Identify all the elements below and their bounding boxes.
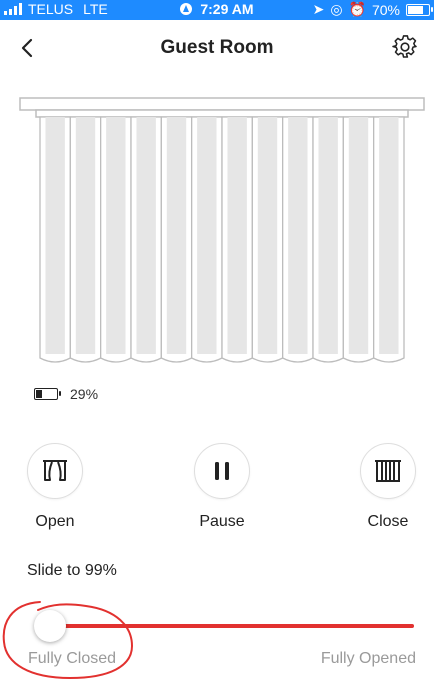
- curtain-fold: [288, 117, 308, 354]
- curtain-fold: [227, 117, 247, 354]
- curtain-fold: [106, 117, 126, 354]
- curtain-fold: [348, 117, 369, 354]
- page-title: Guest Room: [160, 37, 274, 58]
- battery-icon: [406, 3, 433, 16]
- curtain-fold: [75, 117, 96, 354]
- curtain-fold: [136, 117, 156, 354]
- pause-label: Pause: [199, 513, 245, 530]
- curtain-rail: [35, 109, 409, 118]
- close-control[interactable]: Close: [353, 443, 423, 531]
- curtain-fold: [379, 117, 399, 354]
- close-button[interactable]: [360, 443, 416, 499]
- pause-control[interactable]: Pause: [187, 443, 257, 531]
- annotation-circle: [2, 601, 134, 680]
- open-control[interactable]: Open: [20, 443, 90, 531]
- battery-percent-text: 70%: [371, 1, 400, 18]
- curtain-panels: [39, 116, 405, 363]
- curtain-fold: [166, 117, 187, 354]
- alarm-icon: ⏰: [348, 1, 366, 17]
- slider-thumb[interactable]: [34, 610, 66, 642]
- position-slider-track[interactable]: [38, 624, 414, 628]
- curtain-fold: [45, 117, 65, 354]
- gear-icon[interactable]: [392, 34, 418, 60]
- time-text: 7:29 AM: [200, 1, 254, 17]
- battery-icon: [34, 388, 61, 400]
- close-label: Close: [367, 513, 409, 530]
- curtain-fold: [318, 117, 338, 354]
- location-icon: ➤: [312, 1, 325, 17]
- curtain-rod: [19, 97, 425, 111]
- open-button[interactable]: [27, 443, 83, 499]
- curtain-closed-icon: [375, 460, 401, 482]
- battery-level-text: 29%: [70, 386, 99, 402]
- pause-icon: [215, 462, 229, 480]
- slider-track-fill: [50, 624, 414, 628]
- header: Guest Room: [0, 28, 434, 68]
- status-right: ➤ ◎ ⏰ 70%: [312, 1, 433, 18]
- curtain-open-icon: [43, 460, 67, 481]
- status-bar: TELUS LTE 7:29 AM ➤ ◎ ⏰ 70%: [0, 0, 434, 20]
- fully-opened-label: Fully Opened: [320, 650, 416, 667]
- curtain-fold: [257, 117, 278, 354]
- slide-label: Slide to 99%: [27, 562, 117, 579]
- compass-icon: [180, 3, 193, 15]
- device-battery: 29%: [34, 386, 98, 402]
- curtain-fold: [197, 117, 217, 354]
- curtain-illustration: [19, 97, 425, 363]
- open-label: Open: [35, 513, 75, 530]
- pause-button[interactable]: [194, 443, 250, 499]
- lock-rotation-icon: ◎: [330, 1, 343, 17]
- fully-closed-label: Fully Closed: [28, 650, 117, 667]
